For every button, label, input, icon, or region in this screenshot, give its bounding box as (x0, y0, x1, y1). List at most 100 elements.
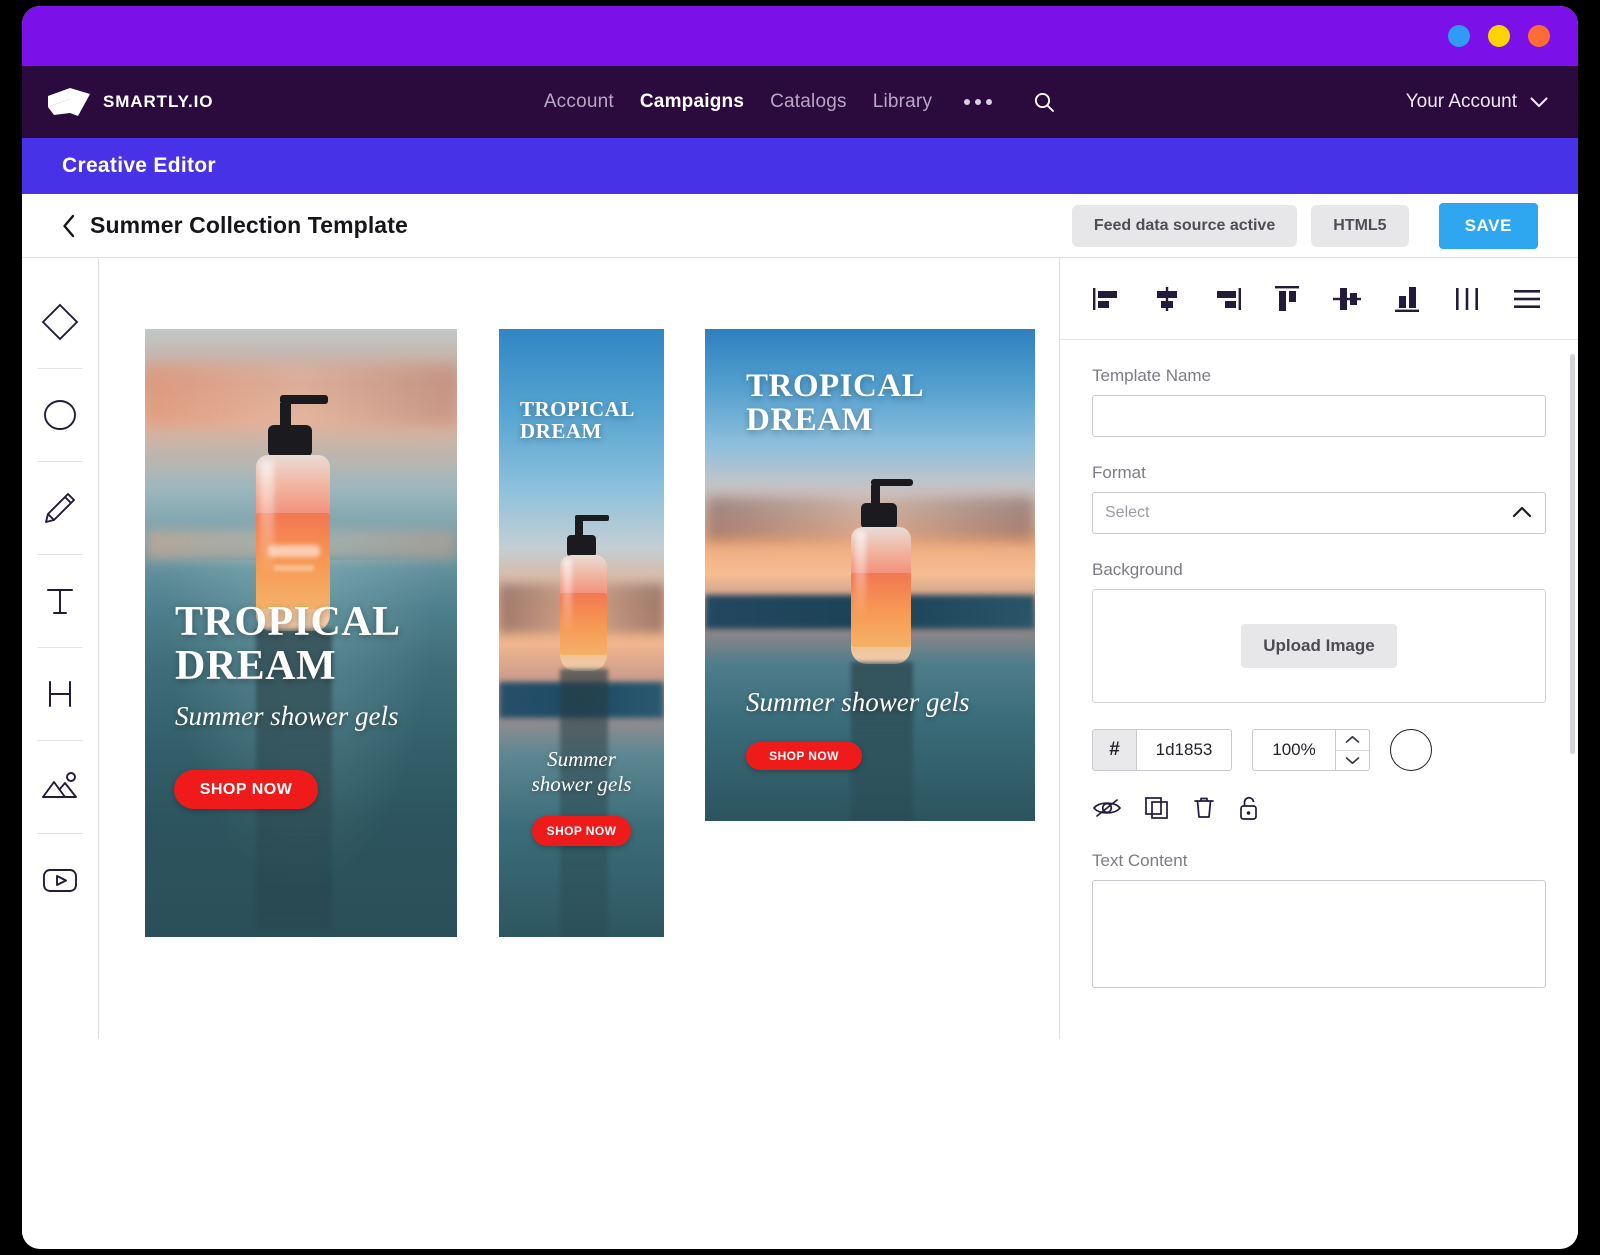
background-label: Background (1092, 560, 1546, 580)
creative-editor-band: Creative Editor (22, 138, 1578, 194)
feed-status-badge[interactable]: Feed data source active (1072, 205, 1297, 247)
tool-image[interactable] (22, 741, 98, 833)
search-icon[interactable] (1032, 90, 1056, 114)
creative-300x600-large[interactable]: TROPICAL DREAM Summer shower gels SHOP N… (145, 329, 457, 937)
nav-item-catalogs[interactable]: Catalogs (770, 91, 847, 113)
tool-pencil[interactable] (22, 462, 98, 554)
format-select[interactable] (1092, 492, 1546, 534)
creative-headline-line2: DREAM (175, 645, 401, 689)
creative-subtitle[interactable]: Summer shower gels (175, 701, 399, 732)
bottle-pump-collar (861, 503, 897, 529)
trash-icon[interactable] (1192, 796, 1216, 820)
nav-item-campaigns[interactable]: Campaigns (640, 91, 744, 113)
shape-circle-icon (38, 393, 82, 437)
creative-cta-button[interactable]: SHOP NOW (532, 816, 631, 846)
creative-headline-line1: TROPICAL (520, 399, 635, 421)
align-left-icon[interactable] (1090, 282, 1124, 316)
nav-item-library[interactable]: Library (873, 91, 932, 113)
color-swatch[interactable] (1390, 729, 1432, 771)
creative-subtitle[interactable]: Summer shower gels (499, 747, 664, 797)
text-icon (38, 579, 82, 623)
main-nav: Account Campaigns Catalogs Library (22, 90, 1578, 114)
format-badge-html5[interactable]: HTML5 (1311, 205, 1408, 247)
format-select-input[interactable] (1092, 492, 1546, 534)
nav-item-account[interactable]: Account (544, 91, 614, 113)
bottle-highlight (563, 559, 572, 629)
back-to-list-button[interactable]: Summer Collection Template (62, 212, 408, 239)
product-bottle (553, 515, 625, 671)
distribute-horizontal-icon[interactable] (1450, 282, 1484, 316)
save-button[interactable]: SAVE (1439, 203, 1538, 249)
heading-icon (38, 672, 82, 716)
maximize-button[interactable] (1488, 25, 1510, 47)
bottle-label-script (268, 545, 320, 557)
creative-headline[interactable]: TROPICAL DREAM (520, 399, 635, 443)
list-menu-icon[interactable] (1510, 282, 1544, 316)
brand-logo[interactable]: SMARTLY.IO (48, 88, 213, 116)
creative-subtitle[interactable]: Summer shower gels (746, 687, 970, 718)
background-color-row: # 1d1853 100% (1092, 729, 1546, 771)
opacity-stepper[interactable] (1335, 730, 1369, 770)
duplicate-icon[interactable] (1144, 796, 1170, 820)
field-template-name: Template Name (1092, 366, 1546, 437)
window-chrome (22, 6, 1578, 66)
template-name-label: Template Name (1092, 366, 1546, 386)
template-name-input[interactable] (1092, 395, 1546, 437)
tool-video[interactable] (22, 834, 98, 926)
upload-image-button[interactable]: Upload Image (1241, 624, 1396, 668)
creative-160x600-skyscraper[interactable]: TROPICAL DREAM Summer shower gels SHOP N… (499, 329, 664, 937)
align-top-icon[interactable] (1270, 282, 1304, 316)
background-dropzone[interactable]: Upload Image (1092, 589, 1546, 703)
align-right-icon[interactable] (1210, 282, 1244, 316)
creative-headline-line1: TROPICAL (175, 601, 401, 645)
close-button[interactable] (1528, 25, 1550, 47)
smartly-logo-icon (48, 88, 90, 116)
chevron-down-icon (1530, 97, 1548, 108)
creative-cta-button[interactable]: SHOP NOW (746, 742, 862, 770)
layer-actions (1092, 795, 1546, 821)
text-content-label: Text Content (1092, 851, 1546, 871)
opacity-value[interactable]: 100% (1253, 740, 1335, 760)
tool-text[interactable] (22, 555, 98, 647)
workspace: TROPICAL DREAM Summer shower gels SHOP N… (22, 258, 1578, 1039)
tool-rail (22, 258, 99, 1039)
chevron-left-icon (62, 214, 76, 238)
app-window: SMARTLY.IO Account Campaigns Catalogs Li… (22, 6, 1578, 1249)
product-bottle (841, 479, 937, 664)
hash-symbol: # (1093, 730, 1137, 770)
hex-color-value[interactable]: 1d1853 (1137, 740, 1231, 760)
panel-scrollbar[interactable] (1570, 354, 1575, 754)
eye-off-icon[interactable] (1092, 796, 1122, 820)
account-menu[interactable]: Your Account (1406, 91, 1548, 113)
text-content-textarea[interactable] (1092, 880, 1546, 988)
unlock-icon[interactable] (1238, 795, 1260, 821)
shape-diamond-icon (37, 299, 83, 345)
creative-headline[interactable]: TROPICAL DREAM (175, 601, 401, 688)
creative-subtitle-line2: shower gels (499, 772, 664, 797)
global-navbar: SMARTLY.IO Account Campaigns Catalogs Li… (22, 66, 1578, 138)
creative-cta-button[interactable]: SHOP NOW (174, 770, 318, 809)
tool-shape-diamond[interactable] (22, 276, 98, 368)
opacity-field[interactable]: 100% (1252, 729, 1370, 771)
tool-heading[interactable] (22, 648, 98, 740)
alignment-toolbar (1060, 258, 1578, 340)
chevron-down-icon (1345, 756, 1360, 765)
opacity-increment-button[interactable] (1336, 730, 1369, 750)
minimize-button[interactable] (1448, 25, 1470, 47)
field-format: Format (1092, 463, 1546, 534)
nav-more-icon[interactable] (958, 99, 998, 105)
creative-canvas[interactable]: TROPICAL DREAM Summer shower gels SHOP N… (99, 258, 1060, 1039)
creative-headline[interactable]: TROPICAL DREAM (746, 369, 924, 438)
bottle-reflection (851, 662, 913, 821)
opacity-decrement-button[interactable] (1336, 750, 1369, 771)
brand-logo-text: SMARTLY.IO (103, 92, 213, 112)
bottle-reflection (560, 669, 608, 937)
tool-shape-circle[interactable] (22, 369, 98, 461)
align-center-horizontal-icon[interactable] (1150, 282, 1184, 316)
creative-editor-title: Creative Editor (62, 154, 216, 178)
creative-portrait[interactable]: TROPICAL DREAM Summer shower gels SHOP N… (705, 329, 1035, 821)
align-bottom-icon[interactable] (1390, 282, 1424, 316)
product-bottle (244, 395, 360, 631)
align-middle-vertical-icon[interactable] (1330, 282, 1364, 316)
hex-color-field[interactable]: # 1d1853 (1092, 729, 1232, 771)
